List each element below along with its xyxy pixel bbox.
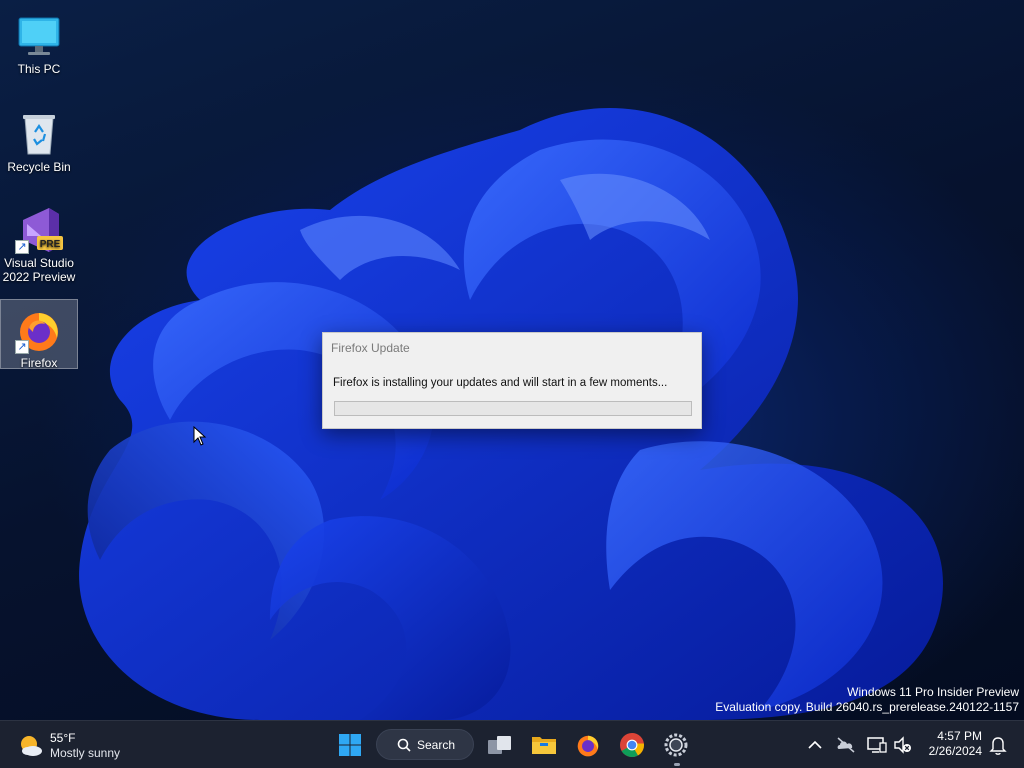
desktop-icon-label: Recycle Bin xyxy=(7,160,71,174)
shortcut-arrow-icon: ↗ xyxy=(15,240,29,254)
chevron-up-icon[interactable] xyxy=(804,734,826,756)
monitor-icon xyxy=(15,12,63,60)
updater-gear-icon xyxy=(664,733,688,757)
desktop-icon-this-pc[interactable]: This PC xyxy=(0,6,78,76)
desktop-icon-label-line2: 2022 Preview xyxy=(2,270,76,284)
weather-widget[interactable]: 55°F Mostly sunny xyxy=(16,729,136,761)
search-label: Search xyxy=(417,737,456,752)
update-progress-bar xyxy=(334,401,692,416)
firefox-update-dialog: Firefox Update Firefox is installing you… xyxy=(322,332,702,429)
desktop-icon-label-line1: Visual Studio xyxy=(4,256,74,270)
chrome-taskbar-button[interactable] xyxy=(614,727,650,763)
taskbar-search-box[interactable]: Search xyxy=(376,729,474,760)
file-explorer-button[interactable] xyxy=(526,727,562,763)
firefox-icon: ↗ xyxy=(15,306,63,354)
system-clock[interactable]: 4:57 PM 2/26/2024 xyxy=(929,729,982,759)
weather-description: Mostly sunny xyxy=(50,746,121,760)
weather-temperature: 55°F xyxy=(50,731,76,745)
task-view-icon xyxy=(488,736,511,754)
clock-date: 2/26/2024 xyxy=(928,744,982,758)
dialog-message: Firefox is installing your updates and w… xyxy=(333,377,668,389)
folder-icon xyxy=(532,737,556,754)
search-icon xyxy=(397,738,411,752)
task-view-button[interactable] xyxy=(482,727,518,763)
taskbar: 55°F Mostly sunny Search 4:57 PM 2/26/20… xyxy=(0,720,1024,768)
sun-cloud-icon xyxy=(21,736,42,756)
pre-badge: PRE xyxy=(40,239,61,250)
mouse-cursor-icon xyxy=(193,426,207,446)
volume-muted-icon[interactable] xyxy=(892,734,914,756)
dialog-title: Firefox Update xyxy=(331,341,410,355)
running-indicator xyxy=(674,763,680,766)
windows-logo-icon xyxy=(339,734,361,756)
onedrive-offline-icon[interactable] xyxy=(835,734,857,756)
shortcut-arrow-icon: ↗ xyxy=(15,340,29,354)
desktop-icon-label: Firefox xyxy=(20,356,58,370)
firefox-taskbar-button[interactable] xyxy=(570,727,606,763)
chrome-icon xyxy=(620,733,644,758)
firefox-updater-taskbar-button[interactable] xyxy=(658,727,694,766)
clock-time: 4:57 PM xyxy=(937,729,982,743)
desktop-icon-recycle-bin[interactable]: Recycle Bin xyxy=(0,104,78,174)
network-icon[interactable] xyxy=(866,734,888,756)
desktop-icon-visual-studio-preview[interactable]: PRE ↗ Visual Studio 2022 Preview xyxy=(0,200,78,290)
watermark-line2: Evaluation copy. Build 26040.rs_prerelea… xyxy=(715,700,1019,714)
watermark-line1: Windows 11 Pro Insider Preview xyxy=(847,685,1019,699)
recycle-bin-icon xyxy=(15,110,63,158)
desktop-icon-label: This PC xyxy=(17,62,61,76)
evaluation-watermark: Windows 11 Pro Insider Preview Evaluatio… xyxy=(715,685,1019,715)
firefox-icon xyxy=(577,735,599,757)
desktop-icon-firefox[interactable]: ↗ Firefox xyxy=(0,299,78,370)
start-button[interactable] xyxy=(332,727,368,763)
visual-studio-preview-icon: PRE ↗ xyxy=(15,206,63,254)
notifications-icon[interactable] xyxy=(987,734,1009,756)
